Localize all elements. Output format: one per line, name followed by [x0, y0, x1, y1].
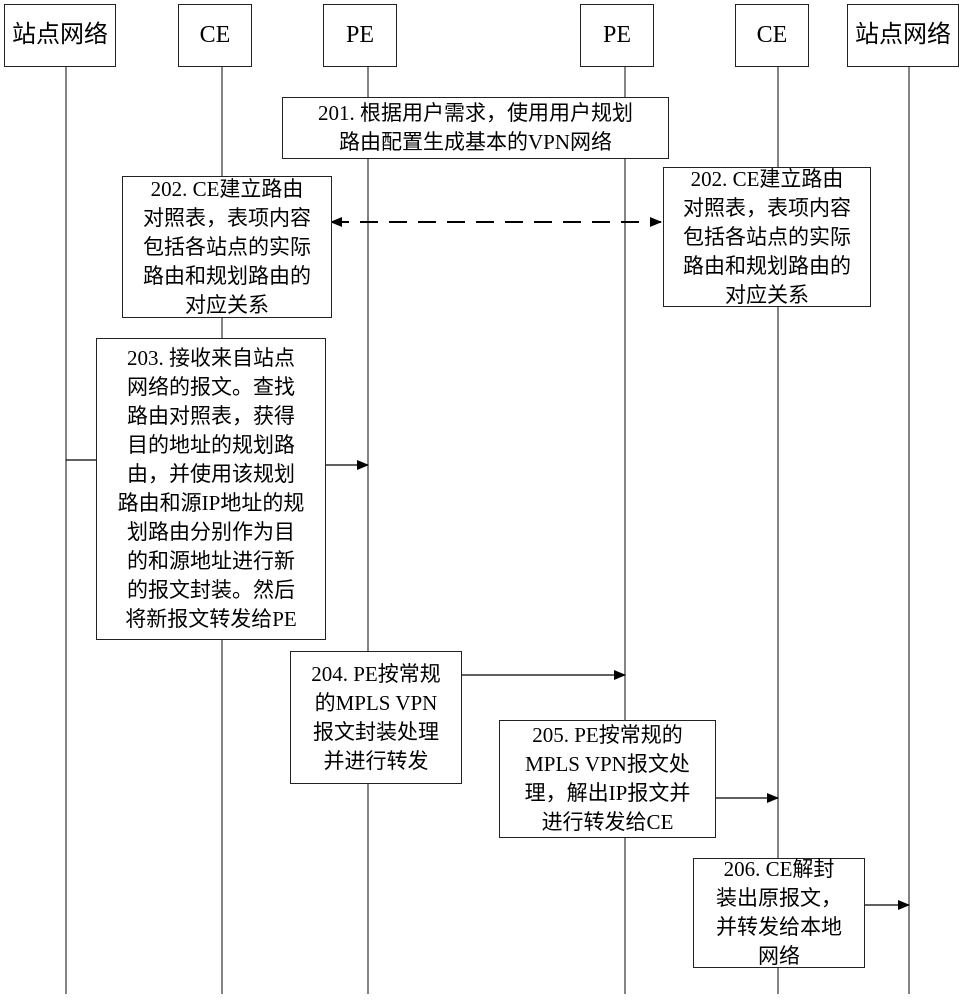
participant-site-network-right: 站点网络 — [847, 4, 959, 67]
participant-label: 站点网络 — [12, 22, 108, 48]
step-203-text: 203. 接收来自站点 网络的报文。查找 路由对照表，获得 目的地址的规划路 由… — [117, 346, 305, 631]
step-201-text: 201. 根据用户需求，使用用户规划 路由配置生成基本的VPN网络 — [318, 101, 633, 154]
step-204-text: 204. PE按常规 的MPLS VPN 报文封装处理 并进行转发 — [311, 661, 441, 773]
step-202-left-text: 202. CE建立路由 对照表，表项内容 包括各站点的实际 路由和规划路由的 对… — [143, 176, 311, 317]
participant-pe-right: PE — [580, 4, 654, 67]
step-205-text: 205. PE按常规的 MPLS VPN报文处 理，解出IP报文并 进行转发给C… — [524, 723, 691, 834]
participant-label: PE — [345, 22, 374, 48]
step-204-box: 204. PE按常规 的MPLS VPN 报文封装处理 并进行转发 — [290, 651, 462, 784]
step-206-box: 206. CE解封 装出原报文， 并转发给本地 网络 — [693, 857, 865, 968]
step-203-box: 203. 接收来自站点 网络的报文。查找 路由对照表，获得 目的地址的规划路 由… — [96, 338, 326, 640]
participant-pe-left: PE — [323, 4, 397, 67]
step-205-box: 205. PE按常规的 MPLS VPN报文处 理，解出IP报文并 进行转发给C… — [499, 720, 716, 838]
participant-label: 站点网络 — [855, 22, 951, 48]
participant-ce-right: CE — [735, 4, 809, 67]
participant-label: PE — [602, 22, 631, 48]
step-206-text: 206. CE解封 装出原报文， 并转发给本地 网络 — [716, 857, 842, 968]
participant-label: CE — [199, 22, 231, 48]
step-202-left-box: 202. CE建立路由 对照表，表项内容 包括各站点的实际 路由和规划路由的 对… — [122, 176, 332, 318]
step-202-right-box: 202. CE建立路由 对照表，表项内容 包括各站点的实际 路由和规划路由的 对… — [663, 167, 871, 307]
participant-label: CE — [756, 22, 788, 48]
step-201-box: 201. 根据用户需求，使用用户规划 路由配置生成基本的VPN网络 — [282, 97, 669, 159]
step-202-right-text: 202. CE建立路由 对照表，表项内容 包括各站点的实际 路由和规划路由的 对… — [683, 166, 851, 307]
participant-ce-left: CE — [178, 4, 252, 67]
participant-site-network-left: 站点网络 — [4, 4, 116, 67]
